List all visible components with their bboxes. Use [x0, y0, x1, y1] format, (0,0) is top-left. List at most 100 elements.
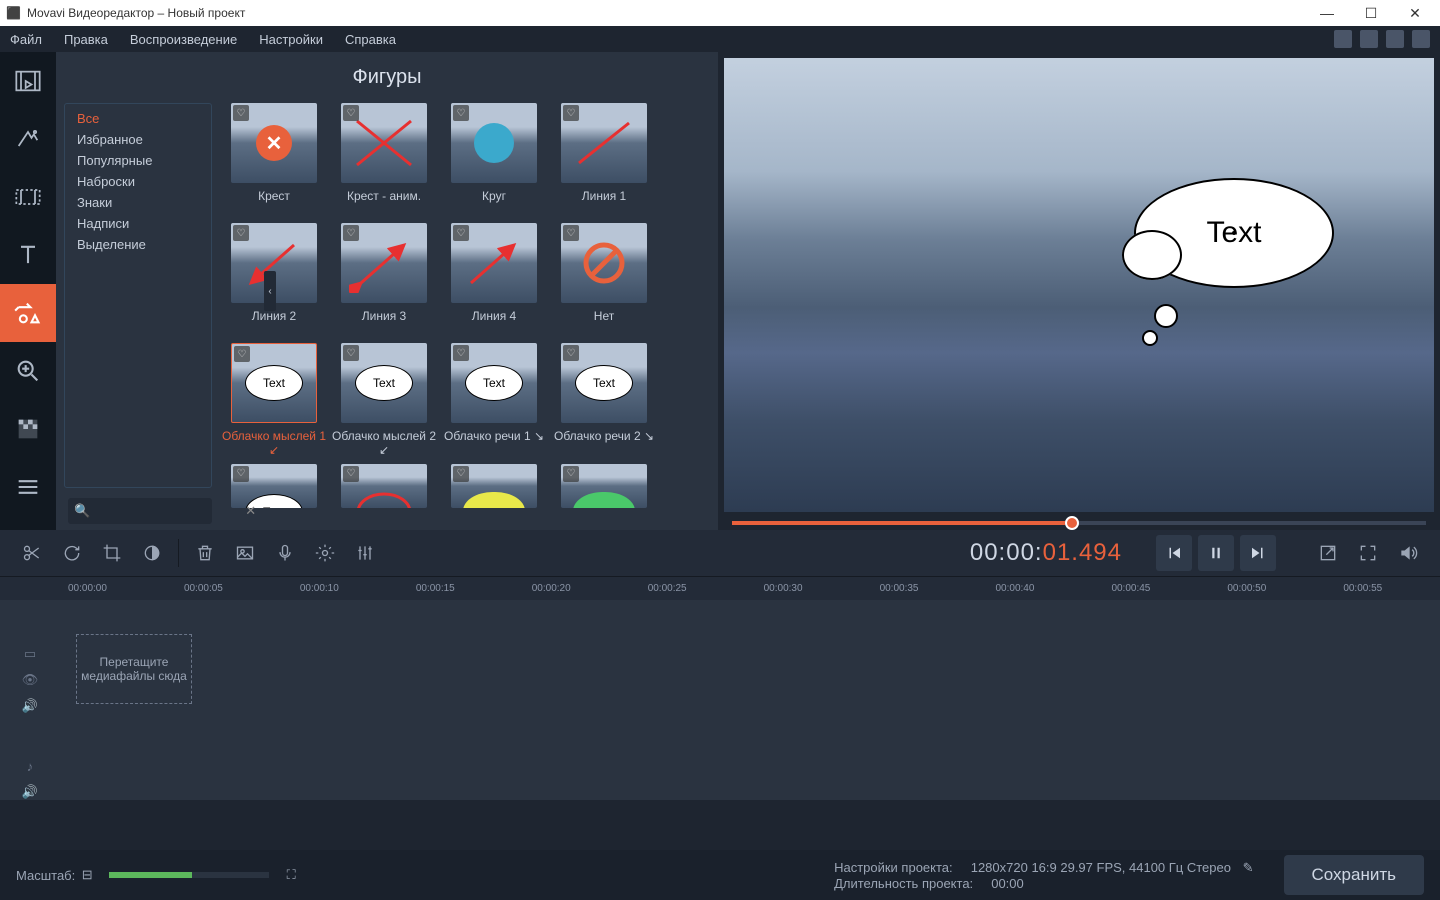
duration-value: 00:00	[991, 876, 1024, 891]
sidebar-shapes[interactable]	[0, 284, 56, 342]
sidebar-titles[interactable]	[0, 226, 56, 284]
crop-button[interactable]	[94, 535, 130, 571]
video-preview[interactable]: Text	[724, 58, 1434, 512]
share-more-icon[interactable]	[1412, 30, 1430, 48]
pause-button[interactable]	[1198, 535, 1234, 571]
maximize-button[interactable]: ☐	[1358, 5, 1384, 22]
next-button[interactable]	[1240, 535, 1276, 571]
thought-bubble-overlay[interactable]: Text	[1134, 178, 1354, 328]
shape-item[interactable]: ♡TextОблачко мыслей 1 ↙	[222, 343, 326, 458]
sidebar-filters[interactable]	[0, 110, 56, 168]
shape-item[interactable]: ♡Нет	[552, 223, 656, 337]
audio-track-icon[interactable]: 🔊	[0, 698, 60, 714]
category-signs[interactable]: Знаки	[77, 192, 211, 213]
menu-help[interactable]: Справка	[345, 32, 396, 47]
collapse-chevron[interactable]: ‹	[264, 271, 276, 311]
project-settings-label: Настройки проекта:	[834, 860, 953, 875]
zoom-out-button[interactable]: ⊟	[75, 857, 99, 893]
color-button[interactable]	[134, 535, 170, 571]
shape-item[interactable]: ♡	[442, 464, 546, 530]
shape-item[interactable]: ♡Крест - аним.	[332, 103, 436, 217]
favorite-icon[interactable]: ♡	[453, 345, 469, 361]
shape-label: Линия 4	[472, 309, 516, 337]
shape-item[interactable]: ♡Линия 3	[332, 223, 436, 337]
zoom-slider[interactable]	[109, 872, 269, 878]
shape-item[interactable]: ♡✕Крест	[222, 103, 326, 217]
shape-item[interactable]: ♡	[552, 464, 656, 530]
shape-item[interactable]: ♡TextОблачко мыслей 2 ↙	[332, 343, 436, 458]
favorite-icon[interactable]: ♡	[343, 466, 359, 482]
window-title: Movavi Видеоредактор – Новый проект	[27, 6, 1314, 20]
favorite-icon[interactable]: ♡	[343, 345, 359, 361]
left-sidebar	[0, 52, 56, 530]
zoom-fit-button[interactable]: ⛶	[279, 857, 303, 893]
search-input[interactable]	[90, 504, 245, 518]
save-button[interactable]: Сохранить	[1284, 855, 1424, 895]
sidebar-zoom[interactable]	[0, 342, 56, 400]
share-ok-icon[interactable]	[1360, 30, 1378, 48]
favorite-icon[interactable]: ♡	[343, 225, 359, 241]
category-popular[interactable]: Популярные	[77, 150, 211, 171]
shape-item[interactable]: ♡Линия 1	[552, 103, 656, 217]
share-vk-icon[interactable]	[1386, 30, 1404, 48]
favorite-icon[interactable]: ♡	[563, 105, 579, 121]
shape-item[interactable]: ♡TextОблачко речи 1 ↘	[442, 343, 546, 458]
category-captions[interactable]: Надписи	[77, 213, 211, 234]
menu-settings[interactable]: Настройки	[259, 32, 323, 47]
preview-panel: Text	[718, 52, 1440, 530]
category-favorites[interactable]: Избранное	[77, 129, 211, 150]
category-all[interactable]: Все	[77, 108, 211, 129]
close-button[interactable]: ✕	[1402, 5, 1428, 22]
favorite-icon[interactable]: ♡	[234, 346, 250, 362]
rotate-button[interactable]	[54, 535, 90, 571]
sidebar-media[interactable]	[0, 52, 56, 110]
menu-playback[interactable]: Воспроизведение	[130, 32, 237, 47]
share-youtube-icon[interactable]	[1334, 30, 1352, 48]
track-audio-icon[interactable]: 🔊	[0, 784, 60, 800]
favorite-icon[interactable]: ♡	[453, 105, 469, 121]
favorite-icon[interactable]: ♡	[233, 105, 249, 121]
shape-item[interactable]: ♡Text	[222, 464, 326, 530]
favorite-icon[interactable]: ♡	[453, 225, 469, 241]
delete-button[interactable]	[187, 535, 223, 571]
category-sketches[interactable]: Наброски	[77, 171, 211, 192]
sidebar-chroma[interactable]	[0, 400, 56, 458]
video-track-icon[interactable]: ▭	[0, 646, 60, 662]
menu-edit[interactable]: Правка	[64, 32, 108, 47]
timeline-area[interactable]: ▭ 👁 🔊 ♪ 🔊 Перетащите медиафайлы сюда	[0, 600, 1440, 800]
favorite-icon[interactable]: ♡	[233, 225, 249, 241]
search-box[interactable]: 🔍 ✕	[68, 498, 212, 524]
fullscreen-button[interactable]	[1350, 535, 1386, 571]
timeline-ruler[interactable]: 00:00:0000:00:0500:00:1000:00:1500:00:20…	[0, 576, 1440, 600]
shape-item[interactable]: ♡Круг	[442, 103, 546, 217]
detach-button[interactable]	[1310, 535, 1346, 571]
sidebar-more[interactable]	[0, 458, 56, 516]
clear-icon[interactable]: ✕	[245, 503, 256, 519]
favorite-icon[interactable]: ♡	[233, 466, 249, 482]
menu-file[interactable]: Файл	[10, 32, 42, 47]
equalizer-button[interactable]	[347, 535, 383, 571]
favorite-icon[interactable]: ♡	[563, 345, 579, 361]
music-track-icon[interactable]: ♪	[0, 759, 60, 774]
edit-settings-icon[interactable]: ✎	[1243, 860, 1254, 875]
category-highlight[interactable]: Выделение	[77, 234, 211, 255]
shape-item[interactable]: ♡TextОблачко речи 2 ↘	[552, 343, 656, 458]
minimize-button[interactable]: —	[1314, 5, 1340, 22]
mic-button[interactable]	[267, 535, 303, 571]
favorite-icon[interactable]: ♡	[343, 105, 359, 121]
settings-button[interactable]	[307, 535, 343, 571]
shape-item[interactable]: ♡ Линия 4	[442, 223, 546, 337]
volume-button[interactable]	[1390, 535, 1426, 571]
shape-item[interactable]: ♡	[332, 464, 436, 530]
favorite-icon[interactable]: ♡	[563, 225, 579, 241]
visibility-icon[interactable]: 👁	[0, 672, 60, 688]
sidebar-transitions[interactable]	[0, 168, 56, 226]
prev-button[interactable]	[1156, 535, 1192, 571]
preview-scrubber[interactable]	[724, 512, 1434, 530]
ruler-tick: 00:00:45	[1111, 583, 1150, 594]
picture-button[interactable]	[227, 535, 263, 571]
favorite-icon[interactable]: ♡	[563, 466, 579, 482]
cut-button[interactable]	[14, 535, 50, 571]
favorite-icon[interactable]: ♡	[453, 466, 469, 482]
media-drop-zone[interactable]: Перетащите медиафайлы сюда	[76, 634, 192, 704]
